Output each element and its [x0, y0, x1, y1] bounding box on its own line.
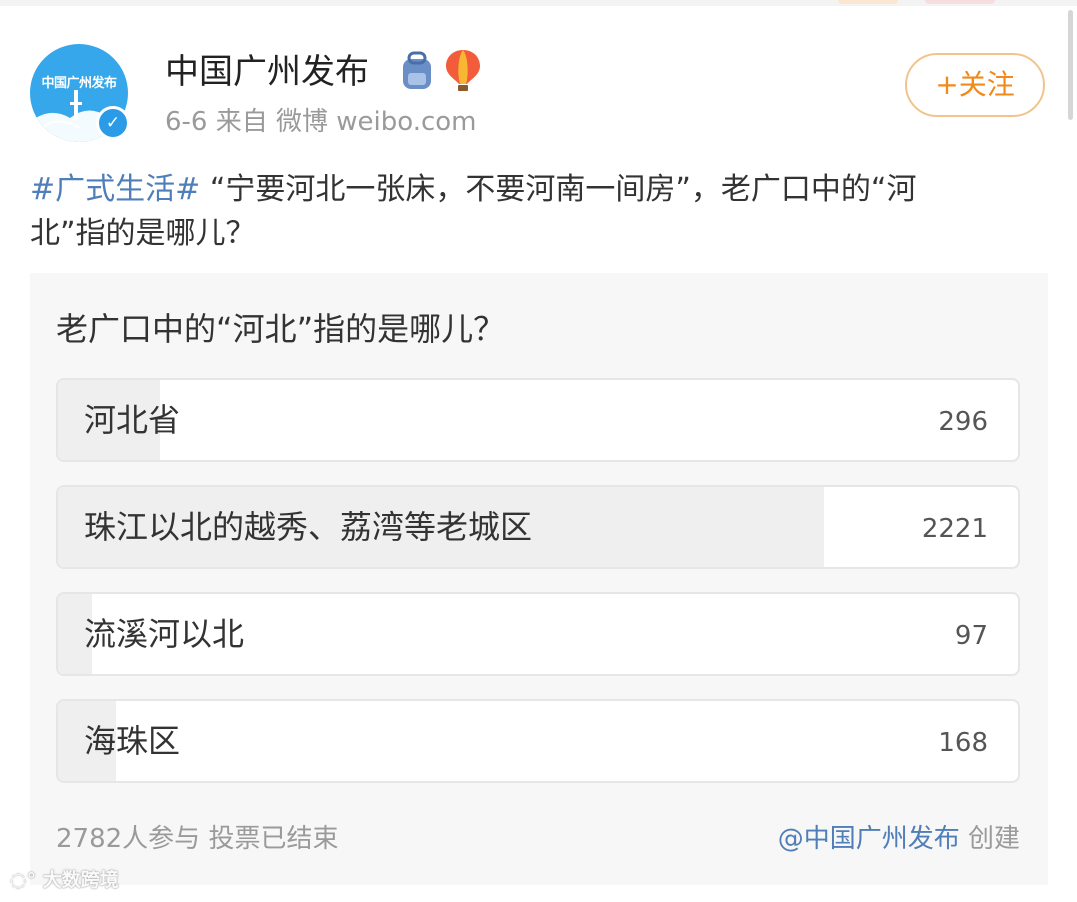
- post-date: 6-6: [165, 107, 208, 137]
- poll-option-label: 河北省: [84, 401, 181, 439]
- top-edge-decoration: [925, 0, 995, 4]
- backpack-icon: [400, 51, 434, 95]
- avatar-text: 中国广州发布: [41, 76, 117, 91]
- poll-option-count: 2221: [921, 514, 988, 544]
- scrollbar[interactable]: [1068, 10, 1073, 120]
- poll-option-count: 296: [938, 407, 988, 437]
- poll-option-count: 97: [954, 621, 988, 651]
- poll-option[interactable]: 河北省 296: [56, 378, 1020, 462]
- author-name[interactable]: 中国广州发布: [165, 52, 369, 92]
- top-edge: [0, 0, 1077, 6]
- creator-mention-link[interactable]: @中国广州发布: [778, 824, 960, 854]
- hashtag-link[interactable]: #广式生活#: [30, 172, 200, 207]
- post-text: #广式生活# “宁要河北一张床，不要河南一间房”，老广口中的“河北”指的是哪儿？: [30, 168, 980, 256]
- post-source: 来自 微博 weibo.com: [215, 107, 477, 137]
- watermark-logo-icon: ◌°: [10, 869, 37, 891]
- poll-card: 老广口中的“河北”指的是哪儿？ 河北省 296 珠江以北的越秀、荔湾等老城区 2…: [30, 273, 1048, 885]
- poll-option-label: 海珠区: [84, 722, 181, 760]
- poll-option[interactable]: 海珠区 168: [56, 699, 1020, 783]
- post-meta: 6-6 来自 微博 weibo.com: [165, 106, 477, 138]
- poll-option-count: 168: [938, 728, 988, 758]
- poll-option[interactable]: 流溪河以北 97: [56, 592, 1020, 676]
- watermark: ◌° 大数跨境: [10, 867, 119, 893]
- poll-status: 投票已结束: [208, 824, 339, 854]
- poll-creator: @中国广州发布 创建: [778, 823, 1020, 855]
- follow-button[interactable]: +关注: [905, 53, 1045, 117]
- poll-participants: 2782人参与: [56, 824, 201, 854]
- creator-suffix: 创建: [967, 824, 1020, 854]
- verified-badge-icon: ✓: [96, 106, 130, 140]
- poll-option-label: 珠江以北的越秀、荔湾等老城区: [84, 508, 533, 546]
- watermark-text: 大数跨境: [42, 869, 119, 891]
- poll-option-label: 流溪河以北: [84, 615, 245, 653]
- poll-stats: 2782人参与 投票已结束: [56, 823, 338, 855]
- hot-air-balloon-icon: [444, 48, 482, 96]
- top-edge-decoration: [838, 0, 898, 4]
- poll-title: 老广口中的“河北”指的是哪儿？: [56, 310, 506, 348]
- poll-option[interactable]: 珠江以北的越秀、荔湾等老城区 2221: [56, 485, 1020, 569]
